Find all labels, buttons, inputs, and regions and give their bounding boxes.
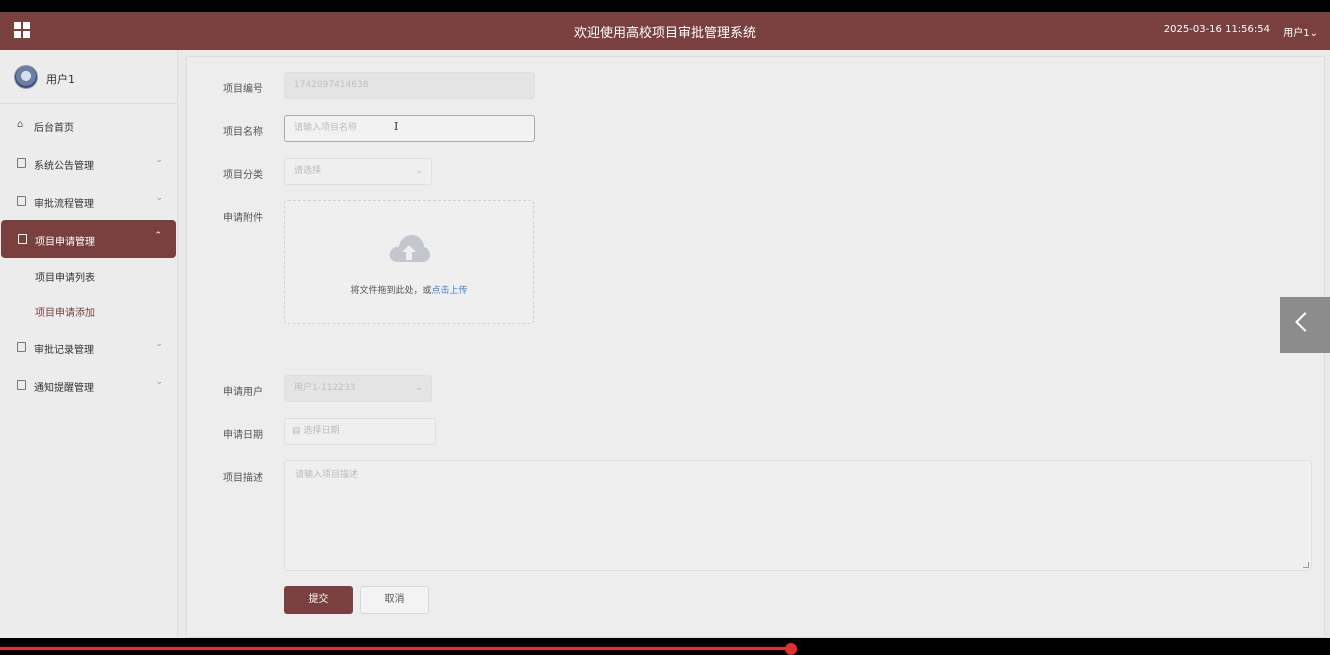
sidebar-item-label: 审批记录管理 xyxy=(34,345,94,356)
chevron-down-icon: ⌄ xyxy=(415,383,423,393)
video-progress-handle[interactable] xyxy=(785,643,797,655)
sidebar-item-label: 系统公告管理 xyxy=(34,161,94,172)
doc-icon xyxy=(17,158,27,168)
sidebar-item-project-application[interactable]: 项目申请管理 ⌃ xyxy=(1,220,176,258)
resize-handle[interactable] xyxy=(1303,562,1309,568)
chevron-down-icon: ⌄ xyxy=(155,377,163,387)
sidebar-item-label: 通知提醒管理 xyxy=(34,383,94,394)
category-label: 项目分类 xyxy=(223,170,263,181)
applicant-select-value: 用户1-112233 xyxy=(294,383,356,393)
sidebar-item-notifications[interactable]: 通知提醒管理 ⌄ xyxy=(0,366,177,404)
doc-icon xyxy=(18,234,28,244)
sidebar-subitem-application-add[interactable]: 项目申请添加 xyxy=(0,293,177,328)
project-name-label: 项目名称 xyxy=(223,127,263,138)
cancel-button[interactable]: 取消 xyxy=(360,586,429,614)
date-picker[interactable]: ▤ 选择日期 xyxy=(284,418,436,445)
date-label: 申请日期 xyxy=(223,430,263,441)
upload-link[interactable]: 点击上传 xyxy=(432,286,468,296)
attachment-label: 申请附件 xyxy=(223,213,263,224)
form-panel: 项目编号 1742097414638 项目名称 请输入项目名称 I 项目分类 请… xyxy=(186,56,1325,638)
video-progress-bar[interactable] xyxy=(0,647,792,650)
chevron-down-icon: ⌄ xyxy=(155,155,163,165)
doc-icon xyxy=(17,196,27,206)
sidebar-item-announcements[interactable]: 系统公告管理 ⌄ xyxy=(0,144,177,182)
upload-hint: 将文件拖到此处，或点击上传 xyxy=(285,283,533,296)
applicant-select: 用户1-112233 ⌄ xyxy=(284,375,432,402)
project-name-input[interactable]: 请输入项目名称 xyxy=(284,115,535,142)
description-textarea[interactable]: 请输入项目描述 xyxy=(284,460,1312,571)
chevron-up-icon: ⌃ xyxy=(154,231,162,241)
chevron-down-icon: ⌄ xyxy=(155,339,163,349)
project-no-field: 1742097414638 xyxy=(284,72,535,99)
calendar-icon: ▤ xyxy=(292,426,304,436)
date-picker-placeholder: 选择日期 xyxy=(303,426,340,436)
sidebar: 用户1 ⌂ 后台首页 系统公告管理 ⌄ 审批流程管理 ⌄ 项目申请管理 ⌃ 项目… xyxy=(0,50,178,638)
sidebar-user: 用户1 xyxy=(0,50,177,104)
project-no-label: 项目编号 xyxy=(223,84,263,95)
upload-dropzone[interactable]: 将文件拖到此处，或点击上传 xyxy=(284,200,534,324)
sidebar-item-label: 后台首页 xyxy=(34,123,74,134)
text-cursor-icon: I xyxy=(394,120,399,133)
sidebar-item-approval-flow[interactable]: 审批流程管理 ⌄ xyxy=(0,182,177,220)
doc-icon xyxy=(17,342,27,352)
chevron-down-icon: ⌄ xyxy=(415,166,423,176)
sidebar-item-approval-records[interactable]: 审批记录管理 ⌄ xyxy=(0,328,177,366)
sidebar-user-name: 用户1 xyxy=(46,73,75,86)
app-window: 欢迎使用高校项目审批管理系统 2025-03-16 11:56:54 用户1⌄ … xyxy=(0,12,1330,638)
sidebar-item-label: 审批流程管理 xyxy=(34,199,94,210)
sidebar-item-home[interactable]: ⌂ 后台首页 xyxy=(0,106,177,144)
chevron-down-icon: ⌄ xyxy=(155,193,163,203)
category-select[interactable]: 请选择 ⌄ xyxy=(284,158,432,185)
user-dropdown[interactable]: 用户1⌄ xyxy=(1283,24,1318,39)
home-icon: ⌂ xyxy=(17,119,24,130)
page-title: 欢迎使用高校项目审批管理系统 xyxy=(573,26,756,41)
applicant-label: 申请用户 xyxy=(223,387,263,398)
sidebar-subitem-label: 项目申请添加 xyxy=(35,308,95,319)
description-label: 项目描述 xyxy=(223,473,263,484)
submit-button[interactable]: 提交 xyxy=(284,586,353,614)
sidebar-item-label: 项目申请管理 xyxy=(35,237,95,248)
avatar xyxy=(14,65,38,89)
chevron-left-icon xyxy=(1295,312,1315,332)
description-placeholder: 请输入项目描述 xyxy=(295,470,359,480)
cloud-upload-icon xyxy=(389,235,430,262)
sidebar-subitem-application-list[interactable]: 项目申请列表 xyxy=(0,258,177,293)
datetime-display: 2025-03-16 11:56:54 xyxy=(1163,24,1270,35)
collapse-panel-button[interactable] xyxy=(1280,297,1330,353)
category-select-value: 请选择 xyxy=(294,166,322,176)
doc-icon xyxy=(17,380,27,390)
upload-hint-text: 将文件拖到此处，或 xyxy=(350,286,432,296)
sidebar-subitem-label: 项目申请列表 xyxy=(35,273,95,284)
top-bar: 欢迎使用高校项目审批管理系统 2025-03-16 11:56:54 用户1⌄ xyxy=(0,12,1330,50)
